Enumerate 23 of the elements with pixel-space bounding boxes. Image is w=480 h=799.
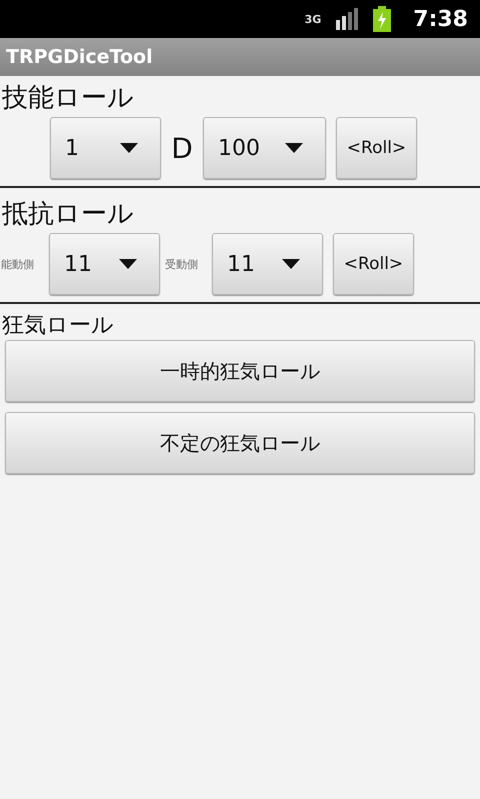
roll-button[interactable]: <Roll> — [336, 117, 417, 179]
app-title: TRPGDiceTool — [6, 46, 153, 68]
section-heading: 抵抗ロール — [1, 198, 135, 231]
caret-icon — [119, 259, 137, 269]
passive-value-dropdown[interactable]: 11 — [212, 233, 323, 295]
dice-separator: D — [170, 132, 194, 164]
active-value-dropdown[interactable]: 11 — [49, 233, 160, 295]
caret-icon — [285, 143, 303, 153]
dice-count-dropdown[interactable]: 1 — [50, 117, 161, 179]
clock-time: 7:38 — [413, 6, 468, 32]
section-heading: 狂気ロール — [1, 312, 115, 340]
passive-side-label: 受動側 — [164, 256, 199, 272]
roll-button[interactable]: <Roll> — [333, 233, 414, 295]
network-label: 3G — [304, 12, 322, 26]
signal-icon — [335, 8, 360, 30]
active-side-label: 能動側 — [0, 256, 35, 272]
caret-icon — [120, 143, 138, 153]
caret-icon — [282, 259, 300, 269]
section-heading: 技能ロール — [1, 82, 135, 115]
sanity-roll-button[interactable]: 不定の狂気ロール — [5, 412, 475, 474]
battery-charging-icon — [373, 6, 392, 32]
sanity-roll-button[interactable]: 一時的狂気ロール — [5, 340, 475, 402]
dice-sides-dropdown[interactable]: 100 — [203, 117, 326, 179]
